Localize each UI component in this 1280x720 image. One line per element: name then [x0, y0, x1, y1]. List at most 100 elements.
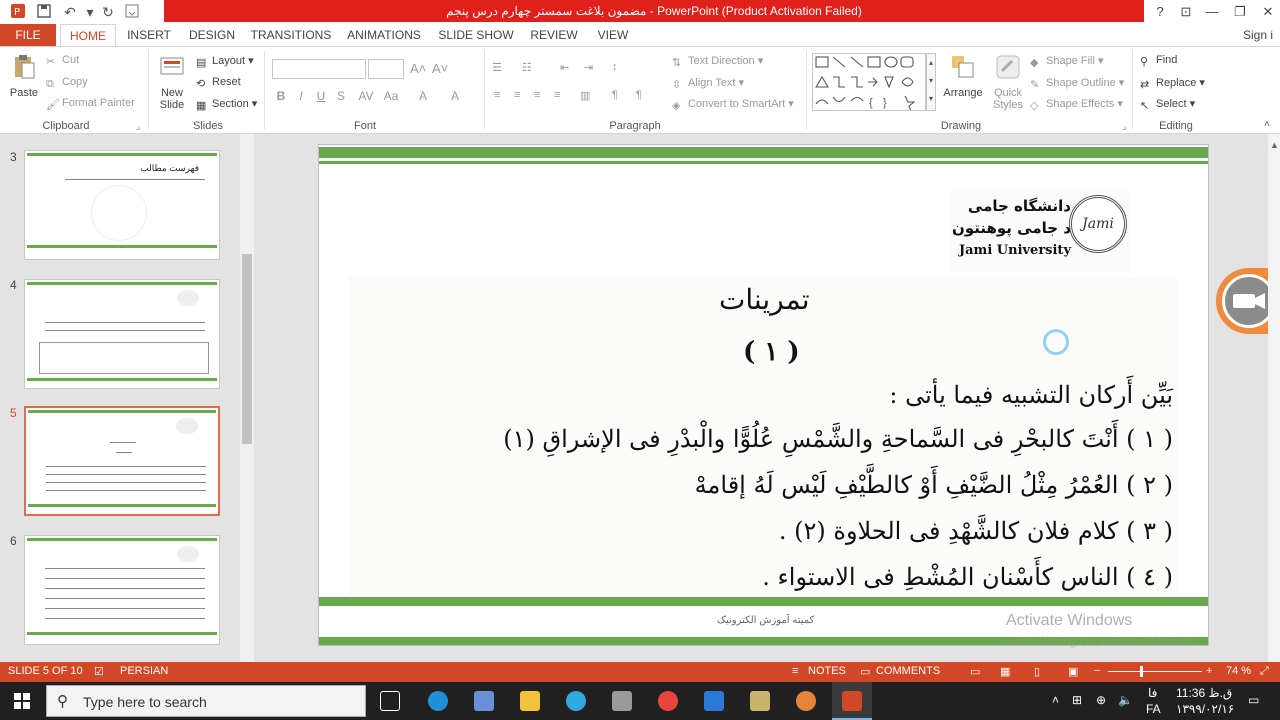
tab-review[interactable]: REVIEW [526, 24, 582, 46]
strikethrough-button[interactable]: S [332, 89, 350, 103]
media-app-icon[interactable] [796, 691, 816, 711]
font-color-button[interactable]: A [446, 89, 464, 103]
clock-time[interactable]: 11:36 ق.ظ [1176, 686, 1232, 700]
zoom-in-button[interactable]: + [1206, 665, 1212, 677]
convert-smartart-button[interactable]: ◈ Convert to SmartArt ▾ [672, 97, 794, 112]
align-right-icon[interactable]: ≡ [534, 89, 540, 101]
fit-slide-icon[interactable]: ⤢ [1260, 665, 1269, 678]
increase-font-icon[interactable]: A˄ [410, 61, 426, 76]
drawing-launcher-icon[interactable]: ⌟ [1122, 121, 1126, 132]
language-indicator[interactable]: PERSIAN [120, 665, 168, 677]
reading-view-icon[interactable]: ▯ [1034, 665, 1040, 678]
arrange-button[interactable]: Arrange [940, 53, 986, 99]
shapes-gallery[interactable]: {} [812, 53, 926, 112]
zoom-level[interactable]: 74 % [1226, 665, 1251, 677]
zoom-slider[interactable] [1108, 671, 1202, 672]
language-tray[interactable]: فا [1148, 686, 1157, 700]
notepad-icon[interactable] [750, 691, 770, 711]
align-left-icon[interactable]: ≡ [494, 89, 500, 101]
slide-thumbnail-4[interactable] [24, 279, 220, 389]
tab-design[interactable]: DESIGN [184, 24, 240, 46]
network-icon[interactable]: ⊞ [1072, 693, 1082, 707]
ribbon-display-options-icon[interactable]: ⊡ [1172, 2, 1200, 22]
spell-check-icon[interactable]: ☑ [94, 665, 104, 678]
align-text-button[interactable]: ⇳ Align Text ▾ [672, 76, 744, 91]
section-button[interactable]: ▦ Section ▾ [196, 97, 257, 112]
undo-dropdown-icon[interactable]: ▾ [80, 3, 100, 21]
powerpoint-app-icon[interactable]: P [8, 3, 28, 21]
shape-effects-button[interactable]: ◇ Shape Effects ▾ [1030, 97, 1123, 112]
tab-animations[interactable]: ANIMATIONS [344, 24, 424, 46]
font-family-select[interactable] [272, 59, 366, 79]
file-explorer-icon[interactable] [520, 691, 540, 711]
decrease-font-icon[interactable]: A˅ [432, 61, 448, 76]
chrome-icon[interactable] [658, 691, 678, 711]
tab-slide-show[interactable]: SLIDE SHOW [436, 24, 516, 46]
normal-view-icon[interactable]: ▭ [970, 665, 980, 678]
reset-button[interactable]: ⟲ Reset [196, 76, 241, 90]
copy-button[interactable]: ⧉ Copy [46, 76, 88, 90]
mail-icon[interactable] [704, 691, 724, 711]
powerpoint-taskbar-button[interactable] [832, 682, 872, 720]
save-icon[interactable] [34, 3, 54, 21]
char-spacing-button[interactable]: AV [354, 89, 378, 103]
windows-start-icon[interactable] [14, 693, 30, 712]
notes-button[interactable]: NOTES [808, 665, 846, 677]
replace-button[interactable]: ⇄ Replace ▾ [1140, 76, 1205, 91]
new-slide-button[interactable]: New Slide [154, 53, 190, 111]
font-size-select[interactable] [368, 59, 404, 79]
tab-home[interactable]: HOME [60, 24, 116, 47]
minimize-button[interactable]: — [1198, 2, 1226, 22]
volume-icon[interactable]: 🔈 [1118, 693, 1133, 707]
underline-button[interactable]: U [312, 89, 330, 103]
task-view-icon[interactable] [380, 691, 400, 711]
sign-in-link[interactable]: Sign i [1240, 24, 1276, 46]
edge-icon[interactable] [428, 691, 448, 711]
microphone-app-icon[interactable] [612, 691, 632, 711]
globe-icon[interactable]: ⊕ [1096, 693, 1106, 707]
clipboard-launcher-icon[interactable]: ⌟ [136, 121, 140, 132]
shape-outline-button[interactable]: ✎ Shape Outline ▾ [1030, 76, 1124, 91]
help-button[interactable]: ? [1146, 2, 1174, 22]
decrease-indent-icon[interactable]: ⇤ [560, 61, 569, 74]
slide-thumbnail-5[interactable] [24, 406, 220, 516]
find-button[interactable]: ⚲ Find [1140, 54, 1177, 68]
store-icon[interactable] [474, 691, 494, 711]
tab-file[interactable]: FILE [0, 24, 56, 46]
italic-button[interactable]: I [292, 89, 310, 103]
clock-date[interactable]: ۱۳۹۹/۰۲/۱۶ [1176, 702, 1234, 716]
numbering-icon[interactable]: ☷ [522, 61, 532, 74]
thumbnails-scrollbar-thumb[interactable] [242, 254, 252, 444]
close-button[interactable]: ✕ [1254, 2, 1280, 22]
comments-button[interactable]: COMMENTS [876, 665, 940, 677]
collapse-ribbon-icon[interactable]: ˄ [1264, 119, 1270, 130]
undo-icon[interactable]: ↶ [60, 3, 80, 21]
rtl-icon[interactable]: ¶ [612, 89, 618, 101]
format-painter-button[interactable]: 🖌 Format Painter [46, 97, 135, 111]
shape-fill-button[interactable]: ◆ Shape Fill ▾ [1030, 54, 1104, 69]
text-direction-button[interactable]: ⇅ Text Direction ▾ [672, 54, 763, 69]
tab-insert[interactable]: INSERT [124, 24, 174, 46]
change-case-button[interactable]: Aa [380, 89, 402, 103]
current-slide[interactable]: دانشگاه جامی د جامی پوهنتون Jami Univers… [318, 144, 1209, 646]
quick-styles-button[interactable]: Quick Styles [988, 53, 1028, 111]
line-spacing-icon[interactable]: ↕ [612, 61, 618, 73]
notifications-icon[interactable]: ▭ [1248, 693, 1259, 707]
paste-button[interactable]: Paste [6, 53, 42, 99]
taskbar-search-box[interactable]: ⚲ Type here to search [46, 685, 366, 717]
zoom-out-button[interactable]: − [1094, 665, 1100, 677]
restore-button[interactable]: ❐ [1226, 2, 1254, 22]
slide-thumbnail-6[interactable] [24, 535, 220, 645]
align-center-icon[interactable]: ≡ [514, 89, 520, 101]
zoom-slider-thumb[interactable] [1140, 666, 1143, 677]
tab-view[interactable]: VIEW [590, 24, 636, 46]
redo-icon[interactable]: ↻ [98, 3, 118, 21]
thumbnails-scrollbar[interactable] [240, 134, 254, 662]
bullets-icon[interactable]: ☰ [492, 61, 502, 74]
cut-button[interactable]: ✂ Cut [46, 54, 79, 68]
language-tray-code[interactable]: FA [1146, 702, 1161, 716]
tab-transitions[interactable]: TRANSITIONS [250, 24, 332, 46]
layout-button[interactable]: ▤ Layout ▾ [196, 54, 254, 69]
increase-indent-icon[interactable]: ⇥ [584, 61, 593, 74]
ltr-icon[interactable]: ¶ [636, 89, 642, 101]
